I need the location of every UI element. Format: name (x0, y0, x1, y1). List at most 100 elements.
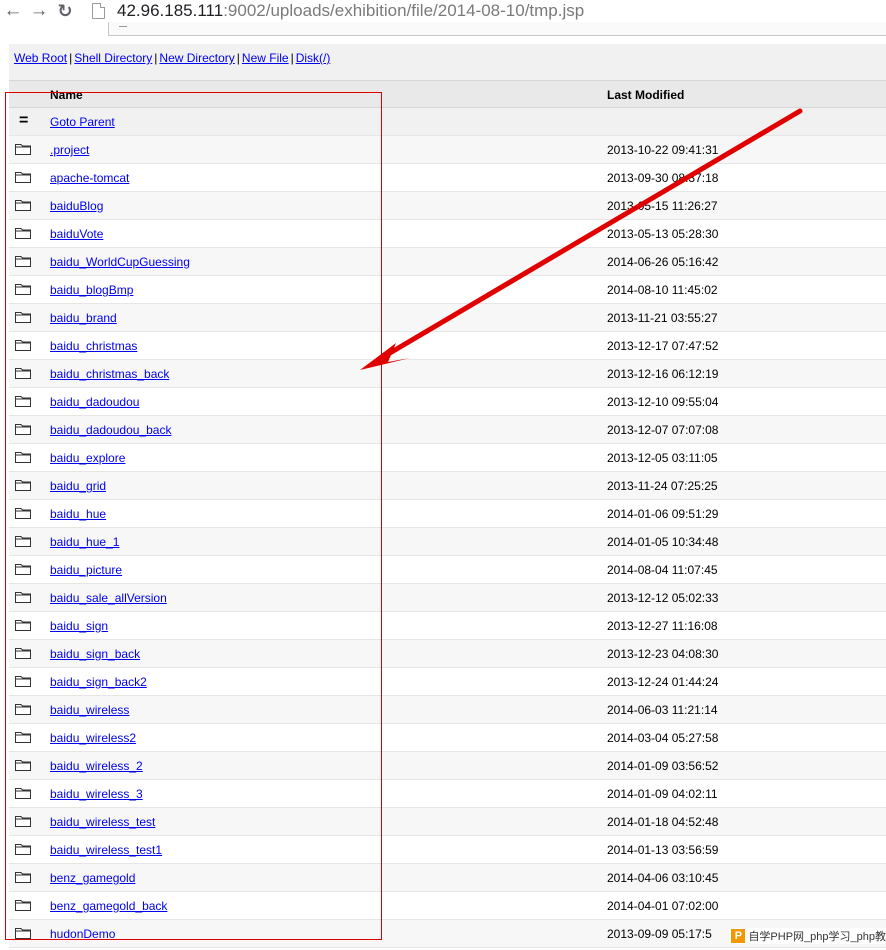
file-row: baiduVote 2013-05-13 05:28:30 (9, 220, 886, 248)
folder-icon (15, 507, 31, 519)
file-name-link[interactable]: baidu_wireless2 (50, 731, 136, 745)
new-file-link[interactable]: New File (242, 51, 289, 65)
file-row: baidu_sign_back2 2013-12-24 01:44:24 (9, 668, 886, 696)
folder-icon (15, 367, 31, 379)
file-name-link[interactable]: baiduBlog (50, 199, 103, 213)
modified-column-header[interactable]: Last Modified (607, 88, 684, 102)
file-row: baidu_christmas_back 2013-12-16 06:12:19 (9, 360, 886, 388)
file-name-link[interactable]: baidu_wireless_3 (50, 787, 143, 801)
browser-toolbar: ← → ↻ 42.96.185.111:9002/uploads/exhibit… (0, 0, 886, 36)
last-modified: 2014-03-04 05:27:58 (607, 731, 719, 745)
folder-icon (15, 255, 31, 267)
last-modified: 2013-09-09 05:17:5 (607, 927, 712, 941)
file-name-link[interactable]: baidu_sign (50, 619, 108, 633)
reload-button[interactable]: ↻ (52, 0, 78, 22)
file-name-link[interactable]: baidu_hue_1 (50, 535, 119, 549)
file-name-link[interactable]: baidu_wireless_2 (50, 759, 143, 773)
file-row: baidu_brand 2013-11-21 03:55:27 (9, 304, 886, 332)
last-modified: 2014-04-01 07:02:00 (607, 899, 719, 913)
watermark-text: 自学PHP网_php学习_php教 (748, 931, 886, 943)
file-name-link[interactable]: baidu_brand (50, 311, 117, 325)
file-name-link[interactable]: baidu_grid (50, 479, 106, 493)
file-name-link[interactable]: baidu_picture (50, 563, 122, 577)
last-modified: 2013-12-07 07:07:08 (607, 423, 719, 437)
file-name-link[interactable]: baidu_explore (50, 451, 125, 465)
separator: | (290, 51, 294, 65)
file-name-link[interactable]: apache-tomcat (50, 171, 129, 185)
folder-icon (15, 423, 31, 435)
reload-icon: ↻ (57, 0, 73, 21)
folder-icon (15, 143, 31, 155)
file-name-link[interactable]: baidu_sign_back (50, 647, 140, 661)
file-name-link[interactable]: baidu_hue (50, 507, 106, 521)
folder-icon (15, 311, 31, 323)
last-modified: 2014-01-18 04:52:48 (607, 815, 719, 829)
file-name-link[interactable]: baidu_blogBmp (50, 283, 133, 297)
watermark: P 自学PHP网_php学习_php教 (729, 928, 886, 944)
file-name-link[interactable]: baidu_dadoudou_back (50, 423, 171, 437)
last-modified: 2013-12-12 05:02:33 (607, 591, 719, 605)
folder-icon (15, 479, 31, 491)
folder-icon (15, 787, 31, 799)
last-modified: 2014-01-13 03:56:59 (607, 843, 719, 857)
file-name-link[interactable]: hudonDemo (50, 927, 115, 941)
last-modified: 2014-01-05 10:34:48 (607, 535, 719, 549)
file-manager-page: Web Root | Shell Directory | New Directory | N… (9, 44, 886, 948)
file-name-link[interactable]: baidu_dadoudou (50, 395, 139, 409)
file-row: baidu_hue_1 2014-01-05 10:34:48 (9, 528, 886, 556)
dropdown-shadow (108, 22, 886, 36)
file-name-link[interactable]: baidu_wireless_test1 (50, 843, 162, 857)
last-modified: 2013-12-16 06:12:19 (607, 367, 719, 381)
last-modified: 2014-06-03 11:21:14 (607, 703, 718, 717)
file-row: baidu_dadoudou_back 2013-12-07 07:07:08 (9, 416, 886, 444)
parent-icon: = (19, 112, 29, 129)
file-name-link[interactable]: benz_gamegold_back (50, 899, 167, 913)
file-name-link[interactable]: baidu_sign_back2 (50, 675, 147, 689)
separator: | (236, 51, 240, 65)
shell-directory-link[interactable]: Shell Directory (74, 51, 152, 65)
file-row: baidu_christmas 2013-12-17 07:47:52 (9, 332, 886, 360)
file-row: baidu_picture 2014-08-04 11:07:45 (9, 556, 886, 584)
web-root-link[interactable]: Web Root (14, 51, 67, 65)
file-name-link[interactable]: .project (50, 143, 89, 157)
last-modified: 2014-01-06 09:51:29 (607, 507, 719, 521)
disk-link[interactable]: Disk(/) (296, 51, 331, 65)
file-row: apache-tomcat 2013-09-30 08:37:18 (9, 164, 886, 192)
url-host: 42.96.185.111 (117, 1, 224, 20)
folder-icon (15, 703, 31, 715)
file-name-link[interactable]: baidu_wireless_test (50, 815, 155, 829)
goto-parent-link[interactable]: Goto Parent (50, 115, 115, 129)
name-column-header[interactable]: Name (50, 88, 83, 102)
back-button[interactable]: ← (0, 0, 26, 22)
file-row: baidu_wireless_test 2014-01-18 04:52:48 (9, 808, 886, 836)
file-name-link[interactable]: baidu_WorldCupGuessing (50, 255, 190, 269)
file-name-link[interactable]: baidu_wireless (50, 703, 129, 717)
folder-icon (15, 871, 31, 883)
shell-toolbar: Web Root | Shell Directory | New Directory | N… (9, 44, 886, 80)
last-modified: 2013-10-22 09:41:31 (607, 143, 719, 157)
url-path: :9002/uploads/exhibition/file/2014-08-10… (223, 1, 585, 20)
file-row: benz_gamegold_back 2014-04-01 07:02:00 (9, 892, 886, 920)
last-modified: 2013-05-15 11:26:27 (607, 199, 718, 213)
file-row: baidu_dadoudou 2013-12-10 09:55:04 (9, 388, 886, 416)
file-name-link[interactable]: baidu_christmas_back (50, 367, 169, 381)
file-name-link[interactable]: benz_gamegold (50, 871, 135, 885)
file-row: baidu_wireless 2014-06-03 11:21:14 (9, 696, 886, 724)
folder-icon (15, 283, 31, 295)
file-row: .project 2013-10-22 09:41:31 (9, 136, 886, 164)
forward-button[interactable]: → (26, 0, 52, 22)
folder-icon (15, 843, 31, 855)
file-name-link[interactable]: baidu_christmas (50, 339, 137, 353)
last-modified: 2014-04-06 03:10:45 (607, 871, 719, 885)
last-modified: 2013-11-21 03:55:27 (607, 311, 718, 325)
last-modified: 2013-05-13 05:28:30 (607, 227, 719, 241)
file-name-link[interactable]: baidu_sale_allVersion (50, 591, 167, 605)
folder-icon (15, 759, 31, 771)
new-directory-link[interactable]: New Directory (159, 51, 234, 65)
last-modified: 2014-08-10 11:45:02 (607, 283, 718, 297)
address-bar[interactable]: 42.96.185.111:9002/uploads/exhibition/fi… (88, 0, 886, 22)
file-name-link[interactable]: baiduVote (50, 227, 103, 241)
file-row: baiduBlog 2013-05-15 11:26:27 (9, 192, 886, 220)
last-modified: 2013-11-24 07:25:25 (607, 479, 718, 493)
folder-icon (15, 339, 31, 351)
